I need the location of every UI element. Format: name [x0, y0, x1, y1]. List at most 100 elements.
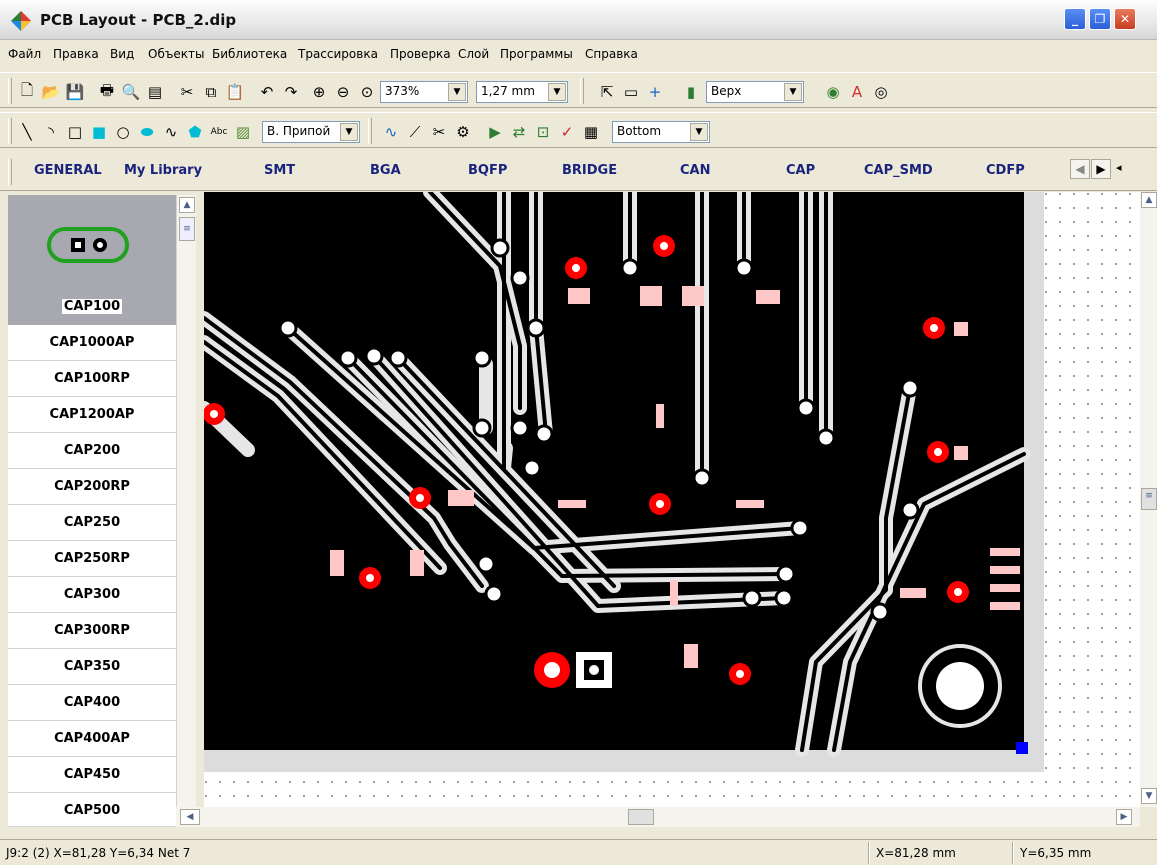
grid-select[interactable]: 1,27 mm ▼: [476, 81, 568, 103]
canvas-vertical-scrollbar[interactable]: ▲ ≡ ▼: [1140, 192, 1157, 807]
copy-icon[interactable]: ⧉: [200, 81, 222, 103]
crosshair-icon[interactable]: +: [644, 81, 666, 103]
tab-cap[interactable]: CAP: [786, 163, 815, 178]
canvas-horizontal-scrollbar[interactable]: ▶: [204, 807, 1140, 827]
list-item[interactable]: CAP1200AP: [8, 397, 176, 433]
scroll-down-icon[interactable]: ▼: [1141, 788, 1157, 804]
chevron-down-icon[interactable]: ▼: [548, 83, 566, 101]
list-item[interactable]: CAP450: [8, 757, 176, 793]
open-file-icon[interactable]: 📂: [40, 81, 62, 103]
print-icon[interactable]: 🖶: [96, 81, 118, 103]
new-file-icon[interactable]: 🗋: [16, 81, 38, 103]
filled-rectangle-icon[interactable]: ■: [88, 121, 110, 143]
list-item[interactable]: CAP300RP: [8, 613, 176, 649]
menu-programs[interactable]: Программы: [500, 47, 573, 61]
tab-general[interactable]: GENERAL: [34, 163, 102, 178]
text-tool-icon[interactable]: Abc: [208, 121, 230, 143]
polygon-tool-icon[interactable]: ⬟: [184, 121, 206, 143]
maximize-button[interactable]: ❐: [1089, 8, 1111, 30]
pad-style-select[interactable]: В. Припой ▼: [262, 121, 360, 143]
tab-scroll-left-icon[interactable]: ◀: [1070, 159, 1090, 179]
optimize-icon[interactable]: ⇄: [508, 121, 530, 143]
tab-scroll-right-icon[interactable]: ▶: [1091, 159, 1111, 179]
menu-objects[interactable]: Объекты: [148, 47, 204, 61]
tab-bqfp[interactable]: BQFP: [468, 163, 507, 178]
measure-icon[interactable]: ▭: [620, 81, 642, 103]
scroll-up-icon[interactable]: ▲: [179, 197, 195, 213]
layer-select[interactable]: Верх ▼: [706, 81, 804, 103]
menu-check[interactable]: Проверка: [390, 47, 451, 61]
autoroute-icon[interactable]: ⟋: [404, 121, 426, 143]
arc-tool-icon[interactable]: ◝: [40, 121, 62, 143]
menu-routing[interactable]: Трассировка: [298, 47, 378, 61]
close-button[interactable]: ✕: [1114, 8, 1136, 30]
undo-icon[interactable]: ↶: [256, 81, 278, 103]
list-item[interactable]: CAP100RP: [8, 361, 176, 397]
toolbar-grip[interactable]: [8, 118, 12, 144]
list-item[interactable]: CAP400: [8, 685, 176, 721]
zoom-in-icon[interactable]: ⊕: [308, 81, 330, 103]
list-item[interactable]: CAP200RP: [8, 469, 176, 505]
chevron-down-icon[interactable]: ▼: [784, 83, 802, 101]
list-item[interactable]: CAP200: [8, 433, 176, 469]
minimize-button[interactable]: _: [1064, 8, 1086, 30]
polyline-tool-icon[interactable]: ∿: [160, 121, 182, 143]
bottom-layer-select[interactable]: Bottom ▼: [612, 121, 710, 143]
circle-tool-icon[interactable]: ○: [112, 121, 134, 143]
print-preview-icon[interactable]: 🔍: [120, 81, 142, 103]
save-icon[interactable]: 💾: [64, 81, 86, 103]
redo-icon[interactable]: ↷: [280, 81, 302, 103]
tab-can[interactable]: CAN: [680, 163, 710, 178]
pcb-canvas[interactable]: [204, 192, 1140, 807]
list-item[interactable]: CAP250RP: [8, 541, 176, 577]
scroll-thumb[interactable]: ≡: [1141, 488, 1157, 510]
tab-bga[interactable]: BGA: [370, 163, 401, 178]
rectangle-tool-icon[interactable]: □: [64, 121, 86, 143]
scroll-thumb[interactable]: ≡: [179, 217, 195, 241]
menu-file[interactable]: Файл: [8, 47, 41, 61]
chevron-down-icon[interactable]: ▼: [690, 123, 708, 141]
scroll-up-icon[interactable]: ▲: [1141, 192, 1157, 208]
scroll-right-icon[interactable]: ▶: [1116, 809, 1132, 825]
unroute-icon[interactable]: ✂: [428, 121, 450, 143]
toolbar-grip[interactable]: [580, 78, 584, 104]
component-list-scrollbar[interactable]: ▲ ≡ ▼: [176, 195, 196, 827]
route-icon[interactable]: ∿: [380, 121, 402, 143]
toolbar-grip[interactable]: [8, 78, 12, 104]
toolbar-collapse-icon[interactable]: ◂: [1116, 161, 1122, 174]
tab-cap-smd[interactable]: CAP_SMD: [864, 163, 933, 178]
list-item[interactable]: CAP300: [8, 577, 176, 613]
menu-library[interactable]: Библиотека: [212, 47, 287, 61]
chevron-down-icon[interactable]: ▼: [448, 83, 466, 101]
tab-bridge[interactable]: BRIDGE: [562, 163, 617, 178]
paste-icon[interactable]: 📋: [224, 81, 246, 103]
image-tool-icon[interactable]: ▨: [232, 121, 254, 143]
list-item[interactable]: CAP250: [8, 505, 176, 541]
tab-smt[interactable]: SMT: [264, 163, 295, 178]
menu-view[interactable]: Вид: [110, 47, 134, 61]
list-item[interactable]: CAP400AP: [8, 721, 176, 757]
via-icon[interactable]: ◉: [822, 81, 844, 103]
toolbar-grip[interactable]: [368, 118, 372, 144]
line-tool-icon[interactable]: ╲: [16, 121, 38, 143]
zoom-out-icon[interactable]: ⊖: [332, 81, 354, 103]
tab-cdfp[interactable]: CDFP: [986, 163, 1025, 178]
pad-icon[interactable]: ◎: [870, 81, 892, 103]
component-preview[interactable]: CAP100: [8, 195, 176, 325]
scroll-left-icon[interactable]: ◀: [180, 809, 200, 825]
list-item[interactable]: CAP350: [8, 649, 176, 685]
drc-settings-icon[interactable]: ▦: [580, 121, 602, 143]
menu-help[interactable]: Справка: [585, 47, 638, 61]
route-settings-icon[interactable]: ⚙: [452, 121, 474, 143]
list-item[interactable]: CAP1000AP: [8, 325, 176, 361]
filled-circle-icon[interactable]: ⬬: [136, 121, 158, 143]
run-icon[interactable]: ▶: [484, 121, 506, 143]
drc-icon[interactable]: ✓: [556, 121, 578, 143]
properties-icon[interactable]: ▤: [144, 81, 166, 103]
list-item[interactable]: CAP500: [8, 793, 176, 827]
scroll-thumb[interactable]: [628, 809, 654, 825]
component-icon[interactable]: ▮: [680, 81, 702, 103]
text-a-icon[interactable]: A: [846, 81, 868, 103]
tab-my-library[interactable]: My Library: [124, 163, 202, 178]
zoom-fit-icon[interactable]: ⊙: [356, 81, 378, 103]
